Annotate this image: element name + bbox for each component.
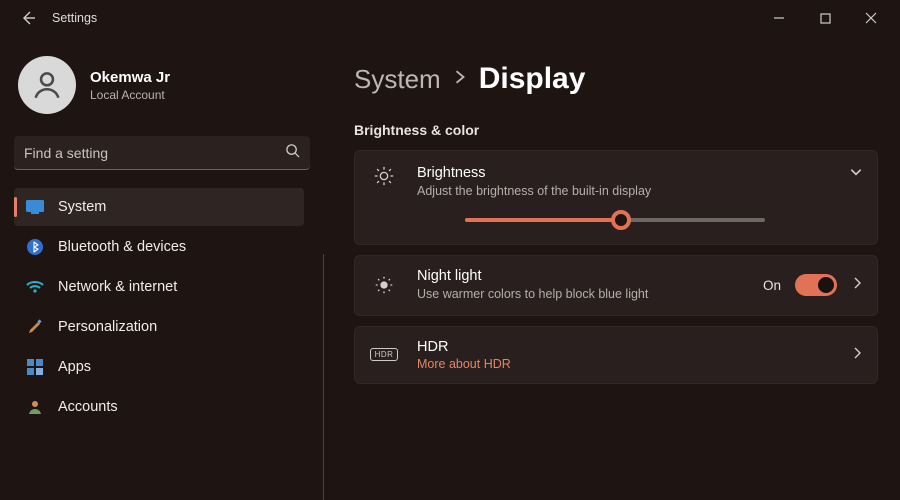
sidebar-item-apps[interactable]: Apps: [14, 348, 304, 386]
chevron-right-icon: [851, 276, 863, 294]
avatar: [18, 56, 76, 114]
close-button[interactable]: [848, 0, 894, 36]
night-light-title: Night light: [417, 268, 745, 284]
sidebar-item-system[interactable]: System: [14, 188, 304, 226]
wifi-icon: [26, 278, 44, 296]
sidebar-item-label: Personalization: [58, 319, 157, 335]
paintbrush-icon: [26, 318, 44, 336]
night-light-subtitle: Use warmer colors to help block blue lig…: [417, 286, 707, 303]
profile-account-type: Local Account: [90, 88, 170, 102]
night-light-state: On: [763, 278, 781, 293]
sidebar-item-label: Network & internet: [58, 279, 177, 295]
breadcrumb: System Display: [354, 62, 878, 96]
window-title: Settings: [52, 11, 97, 25]
expand-button[interactable]: [849, 165, 863, 179]
minimize-button[interactable]: [756, 0, 802, 36]
sidebar-item-label: Apps: [58, 359, 91, 375]
section-heading: Brightness & color: [354, 122, 878, 138]
sidebar-item-label: Accounts: [58, 399, 118, 415]
main-panel: System Display Brightness & color Bright…: [324, 36, 900, 500]
sidebar-item-label: System: [58, 199, 106, 215]
bluetooth-icon: [26, 238, 44, 256]
sidebar-item-accounts[interactable]: Accounts: [14, 388, 304, 426]
brightness-card[interactable]: Brightness Adjust the brightness of the …: [354, 150, 878, 245]
slider-thumb[interactable]: [611, 210, 631, 230]
night-light-icon: [369, 274, 399, 296]
apps-icon: [26, 358, 44, 376]
person-icon: [26, 398, 44, 416]
sun-icon: [369, 165, 399, 187]
profile[interactable]: Okemwa Jr Local Account: [18, 56, 310, 114]
hdr-icon: HDR: [369, 348, 399, 361]
brightness-subtitle: Adjust the brightness of the built-in di…: [417, 183, 707, 200]
breadcrumb-parent[interactable]: System: [354, 64, 441, 95]
sidebar-item-label: Bluetooth & devices: [58, 239, 186, 255]
hdr-card[interactable]: HDR HDR More about HDR: [354, 326, 878, 384]
chevron-right-icon: [851, 346, 863, 364]
display-icon: [26, 198, 44, 216]
chevron-right-icon: [453, 70, 467, 89]
breadcrumb-current: Display: [479, 62, 586, 96]
titlebar: Settings: [0, 0, 900, 36]
sidebar-item-network[interactable]: Network & internet: [14, 268, 304, 306]
search-box[interactable]: [14, 136, 310, 170]
maximize-button[interactable]: [802, 0, 848, 36]
profile-name: Okemwa Jr: [90, 69, 170, 86]
hdr-title: HDR: [417, 339, 833, 355]
search-icon: [285, 143, 300, 163]
sidebar: Okemwa Jr Local Account System Bluetoo: [0, 36, 324, 500]
night-light-toggle[interactable]: [795, 274, 837, 296]
brightness-title: Brightness: [417, 165, 831, 181]
sidebar-nav: System Bluetooth & devices Network & int…: [14, 188, 314, 426]
brightness-slider[interactable]: [465, 218, 765, 222]
sidebar-item-personalization[interactable]: Personalization: [14, 308, 304, 346]
night-light-card[interactable]: Night light Use warmer colors to help bl…: [354, 255, 878, 316]
search-input[interactable]: [24, 145, 285, 161]
hdr-more-link[interactable]: More about HDR: [417, 357, 833, 371]
sidebar-item-bluetooth[interactable]: Bluetooth & devices: [14, 228, 304, 266]
back-button[interactable]: [14, 4, 42, 32]
